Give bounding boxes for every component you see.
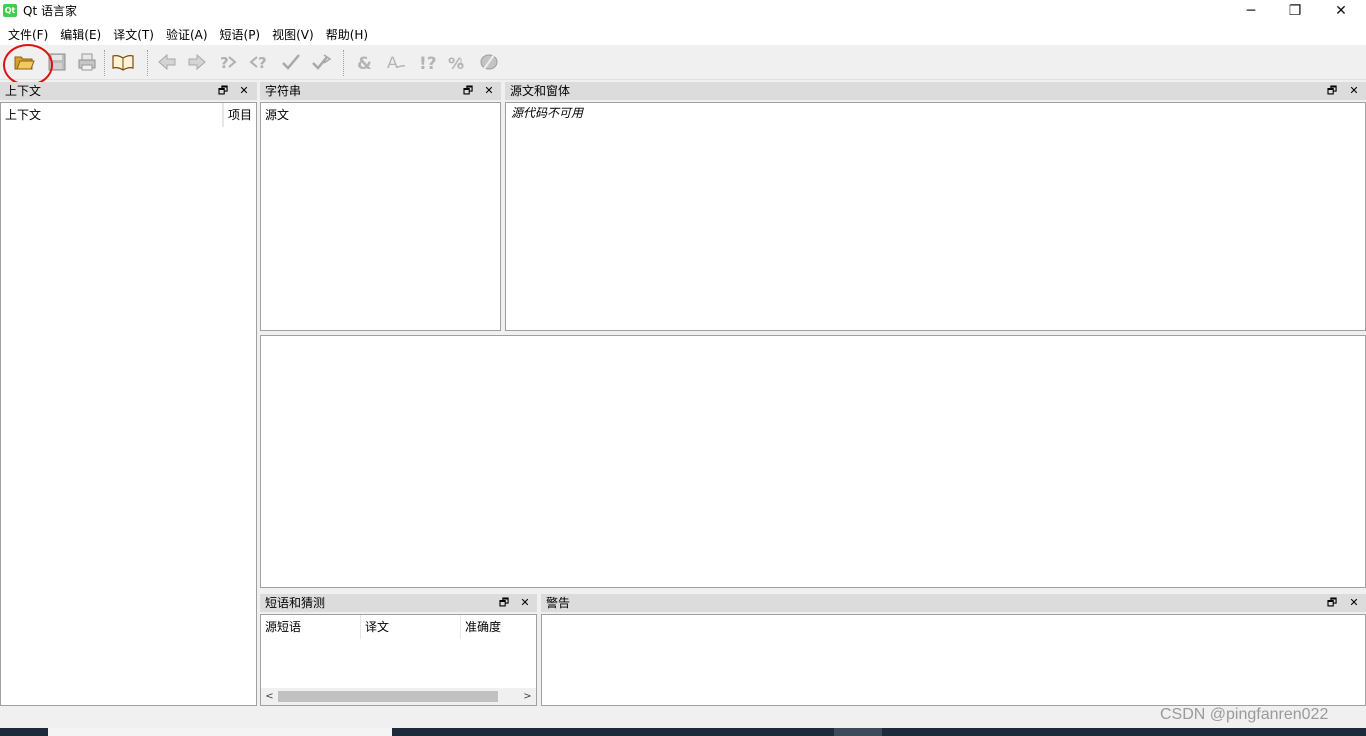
phrases-panel: 短语和猜测 🗗 ✕ 源短语 译文 准确度 < > [260, 594, 537, 706]
horizontal-scrollbar[interactable]: < > [261, 688, 536, 705]
next-unfinished-icon[interactable]: ? [246, 49, 272, 75]
qt-app-icon: Qt [3, 4, 17, 17]
column-header-translation[interactable]: 译文 [361, 615, 461, 639]
menu-translation[interactable]: 译文(T) [107, 25, 160, 45]
scrollbar-thumb[interactable] [278, 691, 498, 702]
column-header-source-phrase[interactable]: 源短语 [261, 615, 361, 639]
float-icon[interactable]: 🗗 [1325, 594, 1339, 612]
taskbar-app-button[interactable] [834, 728, 882, 736]
context-panel: 上下文 🗗 ✕ 上下文 项目 [0, 82, 257, 706]
float-icon[interactable]: 🗗 [461, 82, 475, 100]
context-tree[interactable]: 上下文 项目 [0, 102, 257, 706]
done-next-icon[interactable] [278, 49, 304, 75]
scroll-left-arrow[interactable]: < [261, 688, 278, 705]
warnings-panel: 警告 🗗 ✕ [541, 594, 1366, 706]
column-header-context[interactable]: 上下文 [1, 103, 223, 127]
float-icon[interactable]: 🗗 [1325, 82, 1339, 100]
prev-unfinished-icon[interactable]: ? [215, 49, 241, 75]
title-bar [0, 0, 1366, 24]
maximize-button[interactable]: ❐ [1272, 0, 1318, 22]
menu-view[interactable]: 视图(V) [266, 25, 320, 45]
source-forms-panel-title: 源文和窗体 [505, 82, 1366, 100]
svg-text:&: & [357, 54, 372, 73]
taskbar-search-box[interactable] [48, 728, 392, 736]
column-header-source[interactable]: 源文 [261, 103, 500, 127]
source-forms-panel: 源文和窗体 🗗 ✕ 源代码不可用 [505, 82, 1366, 331]
menu-file[interactable]: 文件(F) [2, 25, 54, 45]
svg-text:?: ? [258, 54, 267, 72]
svg-text:!?: !? [419, 54, 437, 73]
float-icon[interactable]: 🗗 [216, 82, 230, 100]
menu-phrases[interactable]: 短语(P) [214, 25, 267, 45]
column-header-items[interactable]: 项目 [223, 103, 256, 127]
close-icon[interactable]: ✕ [1347, 594, 1361, 612]
float-icon[interactable]: 🗗 [497, 594, 511, 612]
done-icon[interactable] [308, 49, 334, 75]
close-icon[interactable]: ✕ [482, 82, 496, 100]
translation-editor-area[interactable] [260, 335, 1366, 588]
close-icon[interactable]: ✕ [518, 594, 532, 612]
menu-edit[interactable]: 编辑(E) [54, 25, 107, 45]
surrounding-whitespace-icon[interactable] [476, 49, 502, 75]
warnings-panel-title: 警告 [541, 594, 1366, 612]
close-button[interactable]: ✕ [1318, 0, 1364, 22]
window-title: Qt 语言家 [23, 4, 77, 18]
phrasebook-icon[interactable] [110, 49, 136, 75]
print-icon[interactable] [74, 49, 100, 75]
column-header-accuracy[interactable]: 准确度 [461, 615, 536, 639]
watermark: CSDN @pingfanren022 [1160, 706, 1329, 723]
svg-text:?: ? [220, 54, 229, 72]
close-icon[interactable]: ✕ [1347, 82, 1361, 100]
accelerator-validation-icon[interactable]: & [352, 49, 378, 75]
phrases-panel-title: 短语和猜测 [260, 594, 537, 612]
source-unavailable-message: 源代码不可用 [511, 106, 584, 120]
svg-text:1: 1 [458, 58, 464, 68]
source-view: 源代码不可用 [505, 102, 1366, 331]
strings-panel: 字符串 🗗 ✕ 源文 [260, 82, 501, 331]
phrase-validation-icon[interactable]: !? [414, 49, 440, 75]
prev-icon[interactable] [154, 49, 180, 75]
menu-help[interactable]: 帮助(H) [320, 25, 374, 45]
toolbar: ? ? & A !? % 1 [0, 45, 1366, 80]
strings-tree[interactable]: 源文 [260, 102, 501, 331]
annotation-highlight-circle [3, 44, 53, 86]
minimize-button[interactable]: ─ [1228, 0, 1274, 22]
close-icon[interactable]: ✕ [237, 82, 251, 100]
placemarker-validation-icon[interactable]: % 1 [445, 49, 471, 75]
menu-validation[interactable]: 验证(A) [160, 25, 214, 45]
warnings-list [541, 614, 1366, 706]
scroll-right-arrow[interactable]: > [519, 688, 536, 705]
punctuation-validation-icon[interactable]: A [383, 49, 409, 75]
menu-bar: 文件(F) 编辑(E) 译文(T) 验证(A) 短语(P) 视图(V) 帮助(H… [0, 24, 1366, 45]
svg-text:A: A [387, 53, 398, 72]
next-icon[interactable] [184, 49, 210, 75]
phrases-table[interactable]: 源短语 译文 准确度 < > [260, 614, 537, 706]
